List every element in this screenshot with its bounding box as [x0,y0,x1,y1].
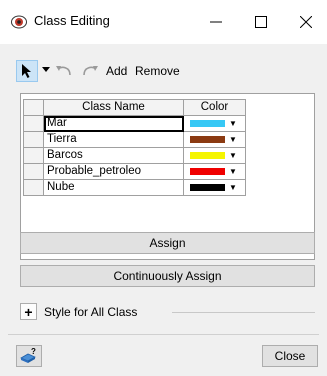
color-swatch [190,152,225,159]
help-icon: ? [20,348,36,363]
table-row[interactable]: Barcos ▼ [23,147,246,164]
class-name-cell[interactable]: Tierra [43,131,184,148]
chevron-down-icon[interactable]: ▼ [229,151,237,160]
column-header-class-name[interactable]: Class Name [43,99,184,116]
class-name-cell[interactable]: Nube [43,179,184,196]
remove-button[interactable]: Remove [135,64,180,78]
color-swatch [190,168,225,175]
select-arrow-icon [22,64,31,78]
class-name-cell[interactable]: Barcos [43,147,184,164]
close-icon [300,16,312,28]
row-header[interactable] [23,179,44,196]
expand-button[interactable]: + [20,303,37,320]
row-header[interactable] [23,163,44,180]
redo-icon[interactable] [80,63,100,77]
color-cell[interactable]: ▼ [183,163,246,180]
color-swatch [190,120,225,127]
color-swatch [190,184,225,191]
dialog-content: Add Remove Class Name Color Mar ▼ Tierra… [0,44,327,376]
assign-button[interactable]: Assign [20,232,315,254]
row-header[interactable] [23,147,44,164]
table-row[interactable]: Nube ▼ [23,179,246,196]
chevron-down-icon[interactable]: ▼ [229,119,237,128]
undo-icon[interactable] [54,63,74,77]
chevron-down-icon[interactable]: ▼ [229,167,237,176]
row-header[interactable] [23,131,44,148]
color-cell[interactable]: ▼ [183,115,246,132]
corner-cell [23,99,44,116]
column-header-color[interactable]: Color [183,99,246,116]
color-swatch [190,136,225,143]
maximize-icon [255,16,267,28]
table-header-row: Class Name Color [23,99,246,116]
close-button[interactable]: Close [262,345,318,367]
window-title: Class Editing [34,13,110,28]
select-tool-button[interactable] [16,60,38,82]
class-grid: Class Name Color Mar ▼ Tierra ▼ Barcos ▼… [23,99,246,196]
dropdown-icon[interactable] [42,67,50,73]
table-row[interactable]: Tierra ▼ [23,131,246,148]
table-row[interactable]: Mar ▼ [23,115,246,132]
footer-divider [8,334,319,335]
chevron-down-icon[interactable]: ▼ [229,135,237,144]
color-cell[interactable]: ▼ [183,147,246,164]
class-name-cell[interactable]: Probable_petroleo [43,163,184,180]
close-window-button[interactable] [286,6,326,38]
chevron-down-icon[interactable]: ▼ [229,183,237,192]
maximize-button[interactable] [241,6,281,38]
toolbar: Add Remove [0,57,327,85]
table-row[interactable]: Probable_petroleo ▼ [23,163,246,180]
svg-text:?: ? [31,348,36,356]
style-section-label: Style for All Class [44,305,138,319]
title-bar: Class Editing [0,0,327,44]
add-button[interactable]: Add [106,64,127,78]
help-button[interactable]: ? [16,345,42,367]
section-divider [172,312,315,313]
row-header[interactable] [23,115,44,132]
eye-icon [11,15,27,29]
minimize-icon [210,21,222,23]
continuously-assign-button[interactable]: Continuously Assign [20,265,315,287]
color-cell[interactable]: ▼ [183,131,246,148]
minimize-button[interactable] [196,6,236,38]
class-name-cell[interactable]: Mar [43,115,184,132]
color-cell[interactable]: ▼ [183,179,246,196]
style-for-all-class-section: + Style for All Class [20,301,315,323]
